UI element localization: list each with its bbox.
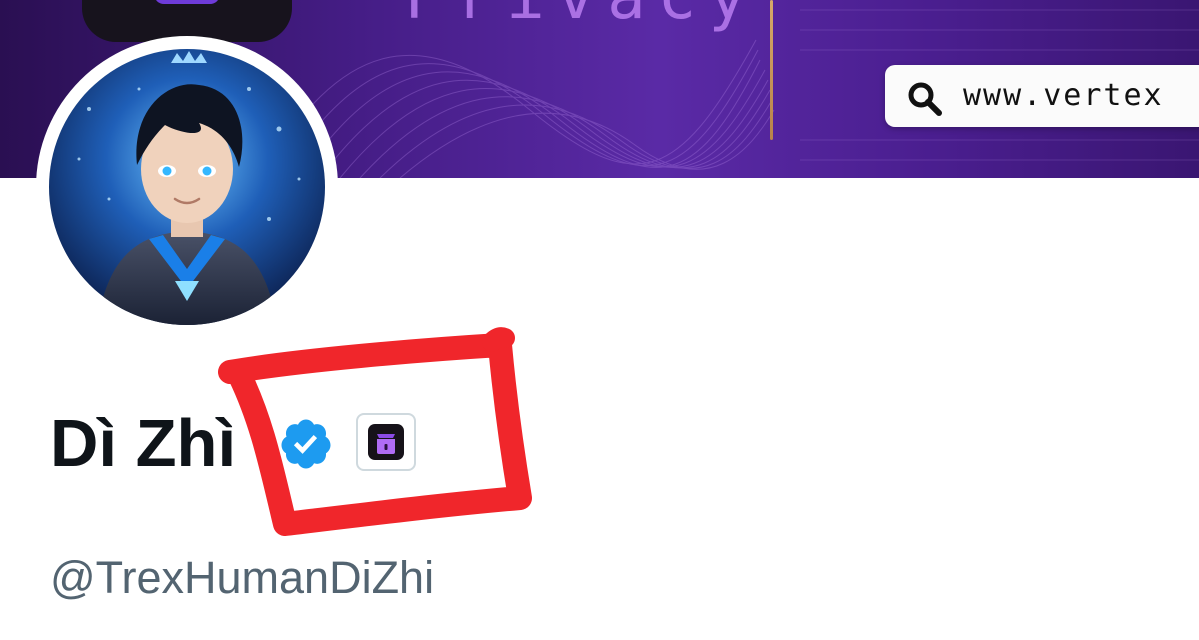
banner-url-box: www.vertex	[885, 65, 1199, 127]
affiliate-badge[interactable]	[356, 413, 416, 471]
avatar[interactable]	[36, 36, 338, 338]
verified-badge-icon[interactable]	[278, 416, 334, 472]
search-icon	[908, 82, 942, 116]
display-name: Dì Zhì	[50, 406, 237, 481]
avatar-image	[49, 49, 325, 325]
user-handle: @TrexHumanDiZhi	[50, 552, 435, 603]
banner-title: Privacy	[405, 0, 759, 34]
banner-divider	[770, 0, 773, 140]
purple-box-icon	[368, 424, 404, 460]
banner-url-text: www.vertex	[963, 78, 1164, 113]
